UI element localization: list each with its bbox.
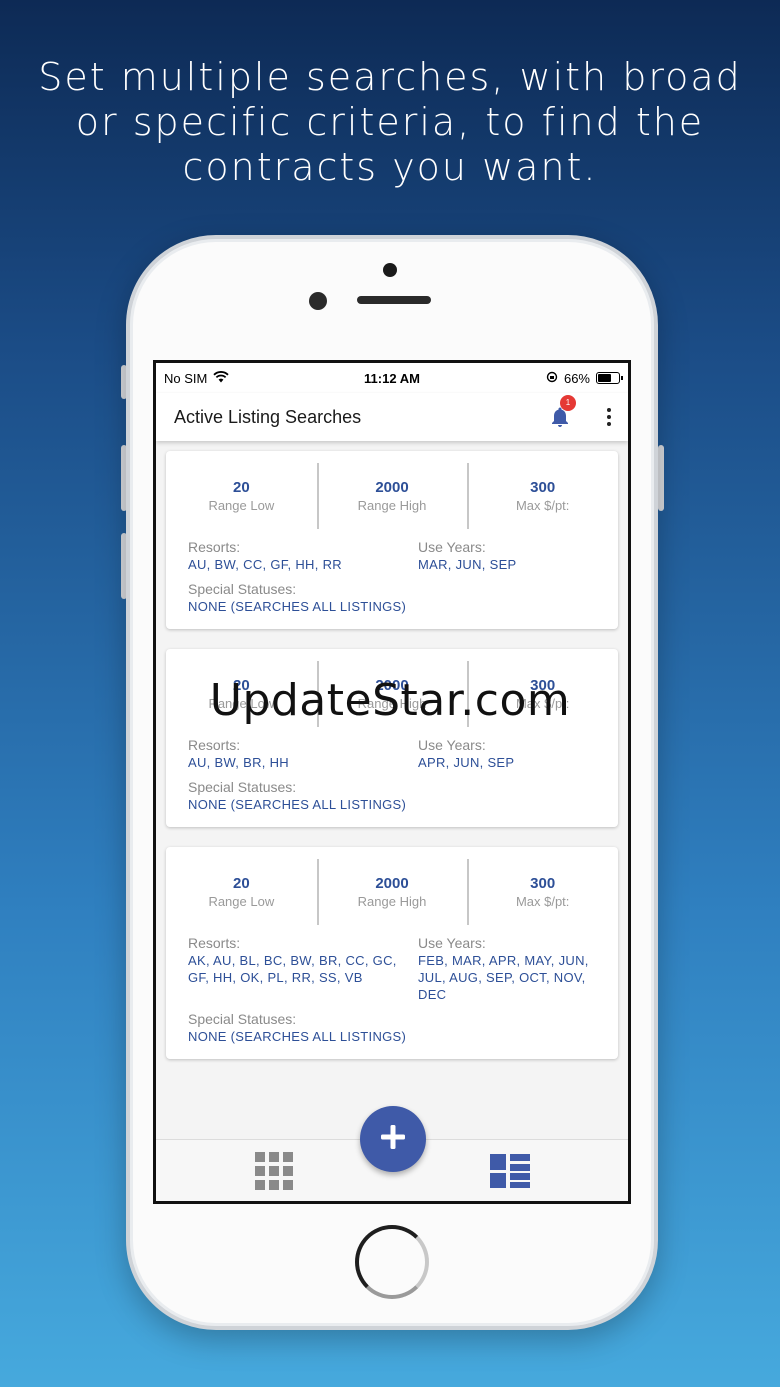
range-high-label: Range High xyxy=(357,498,427,513)
special-statuses-label: Special Statuses: xyxy=(188,1011,297,1027)
use-years-label: Use Years: xyxy=(418,935,486,951)
use-years-value: FEB, MAR, APR, MAY, JUN, JUL, AUG, SEP, … xyxy=(418,953,589,1002)
max-price-label: Max $/pt: xyxy=(515,498,570,513)
max-price-stat: 300 Max $/pt: xyxy=(467,463,618,529)
home-button[interactable] xyxy=(355,1225,429,1299)
nav-item-list[interactable] xyxy=(392,1147,628,1194)
nav-item-grid[interactable] xyxy=(156,1144,392,1197)
use-years-label: Use Years: xyxy=(418,737,486,753)
rotation-lock-icon xyxy=(546,371,558,386)
page-title: Active Listing Searches xyxy=(174,406,362,427)
plus-icon xyxy=(379,1123,407,1156)
resorts-value: AK, AU, BL, BC, BW, BR, CC, GC, GF, HH, … xyxy=(188,953,397,985)
resorts-value: AU, BW, BR, HH xyxy=(188,755,289,770)
range-high-value: 2000 xyxy=(375,875,409,892)
search-stats: 20 Range Low 2000 Range High 300 Max $/p… xyxy=(166,463,618,529)
range-low-stat: 20 Range Low xyxy=(166,859,317,925)
max-price-stat: 300 Max $/pt: xyxy=(467,859,618,925)
max-price-value: 300 xyxy=(530,875,556,892)
search-details: Resorts: AK, AU, BL, BC, BW, BR, CC, GC,… xyxy=(166,925,618,1003)
use-years-value: MAR, JUN, SEP xyxy=(418,557,517,572)
resorts-value: AU, BW, CC, GF, HH, RR xyxy=(188,557,342,572)
range-low-value: 20 xyxy=(232,479,250,496)
range-low-value: 20 xyxy=(232,875,250,892)
search-list: 20 Range Low 2000 Range High 300 Max $/p… xyxy=(156,441,628,1059)
special-statuses-value: NONE (SEARCHES ALL LISTINGS) xyxy=(188,599,407,614)
special-statuses: Special Statuses: NONE (SEARCHES ALL LIS… xyxy=(166,771,618,813)
power-button xyxy=(658,445,664,511)
use-years-value: APR, JUN, SEP xyxy=(418,755,515,770)
resorts-label: Resorts: xyxy=(188,737,241,753)
status-bar: No SIM 11:12 AM 66% xyxy=(156,363,628,393)
list-icon xyxy=(489,1153,531,1194)
add-search-button[interactable] xyxy=(360,1106,426,1172)
watermark: UpdateStar.com xyxy=(209,675,571,726)
battery-percent: 66% xyxy=(563,370,590,386)
carrier-label: No SIM xyxy=(164,370,208,386)
battery-icon xyxy=(596,372,623,384)
search-details: Resorts: AU, BW, CC, GF, HH, RR Use Year… xyxy=(166,529,618,573)
search-card[interactable]: 20 Range Low 2000 Range High 300 Max $/p… xyxy=(166,847,618,1059)
special-statuses: Special Statuses: NONE (SEARCHES ALL LIS… xyxy=(166,1003,618,1045)
more-vert-icon[interactable] xyxy=(606,408,612,426)
proximity-sensor xyxy=(383,263,397,277)
range-high-stat: 2000 Range High xyxy=(316,463,468,529)
special-statuses-label: Special Statuses: xyxy=(188,581,297,597)
search-card[interactable]: 20 Range Low 2000 Range High 300 Max $/p… xyxy=(166,451,618,629)
range-low-label: Range Low xyxy=(208,498,275,513)
special-statuses-value: NONE (SEARCHES ALL LISTINGS) xyxy=(188,1029,407,1044)
front-camera xyxy=(309,292,327,310)
app-bar: Active Listing Searches 1 xyxy=(156,393,628,441)
headline: Set multiple searches, with broad or spe… xyxy=(38,55,742,189)
special-statuses: Special Statuses: NONE (SEARCHES ALL LIS… xyxy=(166,573,618,615)
search-details: Resorts: AU, BW, BR, HH Use Years: APR, … xyxy=(166,727,618,771)
resorts-label: Resorts: xyxy=(188,539,241,555)
notifications-button[interactable]: 1 xyxy=(548,395,576,429)
range-low-label: Range Low xyxy=(208,894,275,909)
range-high-label: Range High xyxy=(357,894,427,909)
max-price-value: 300 xyxy=(530,479,556,496)
special-statuses-label: Special Statuses: xyxy=(188,779,297,795)
earpiece-speaker xyxy=(357,296,431,304)
resorts-label: Resorts: xyxy=(188,935,241,951)
range-high-stat: 2000 Range High xyxy=(316,859,468,925)
use-years-label: Use Years: xyxy=(418,539,486,555)
max-price-label: Max $/pt: xyxy=(515,894,570,909)
wifi-icon xyxy=(213,370,229,386)
notification-badge: 1 xyxy=(560,395,576,411)
range-low-stat: 20 Range Low xyxy=(166,463,317,529)
app-screen: No SIM 11:12 AM 66% Active Listing Searc… xyxy=(153,360,631,1204)
bell-icon xyxy=(548,407,572,433)
special-statuses-value: NONE (SEARCHES ALL LISTINGS) xyxy=(188,797,407,812)
grid-icon xyxy=(253,1150,295,1197)
search-stats: 20 Range Low 2000 Range High 300 Max $/p… xyxy=(166,859,618,925)
range-high-value: 2000 xyxy=(375,479,409,496)
